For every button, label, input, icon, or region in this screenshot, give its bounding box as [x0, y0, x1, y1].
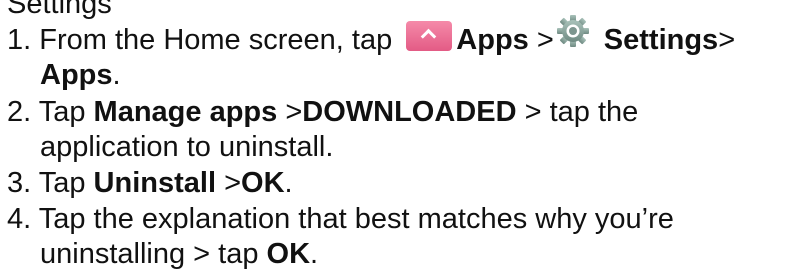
step-1-separator-2: >: [718, 24, 736, 56]
apps-chevron-up-icon: [406, 21, 453, 52]
step-1-period: .: [112, 59, 121, 91]
step-1-text: From the Home screen, tap: [31, 24, 401, 56]
cropped-heading-text: Settings: [7, 0, 112, 20]
step-2-downloaded-label: DOWNLOADED: [302, 96, 517, 128]
step-4-period: .: [310, 238, 319, 270]
cropped-heading-line: Settings: [7, 0, 112, 21]
step-2-line-1: 2. Tap Manage apps >DOWNLOADED > tap the: [7, 95, 638, 129]
step-3-ok-label: OK: [241, 167, 285, 199]
step-1-number: 1.: [7, 24, 32, 56]
step-1-apps-label-2: Apps: [40, 59, 113, 91]
step-4-ok-label: OK: [266, 238, 311, 270]
step-3-period: .: [284, 167, 293, 199]
step-2-separator: >: [277, 96, 303, 128]
step-1-settings-label: Settings: [603, 24, 719, 56]
step-3-text: Tap: [31, 167, 94, 199]
step-4-line-2: uninstalling > tap OK.: [40, 237, 318, 271]
step-1-apps-label: Apps: [456, 24, 529, 56]
step-1-separator: >: [528, 24, 554, 56]
step-2-manage-apps-label: Manage apps: [93, 96, 278, 128]
step-1-line-1: 1. From the Home screen, tap Apps > Sett…: [7, 15, 736, 57]
step-4-text: Tap the explanation that best matches wh…: [31, 203, 674, 235]
step-3-uninstall-label: Uninstall: [93, 167, 217, 199]
step-2-text-2: > tap the: [516, 96, 639, 128]
step-2-line-2: application to uninstall.: [40, 130, 333, 164]
step-4-line-1: 4. Tap the explanation that best matches…: [7, 202, 674, 236]
step-2-text-3: application to uninstall.: [40, 131, 334, 163]
step-3-line-1: 3. Tap Uninstall >OK.: [7, 166, 293, 200]
step-4-text-2: uninstalling > tap: [40, 238, 267, 270]
step-1-line-2: Apps.: [40, 58, 121, 92]
step-3-number: 3.: [7, 167, 32, 199]
step-4-number: 4.: [7, 203, 32, 235]
step-2-text: Tap: [31, 96, 94, 128]
step-2-number: 2.: [7, 96, 32, 128]
step-3-separator: >: [216, 167, 242, 199]
settings-gear-icon: [556, 14, 590, 48]
